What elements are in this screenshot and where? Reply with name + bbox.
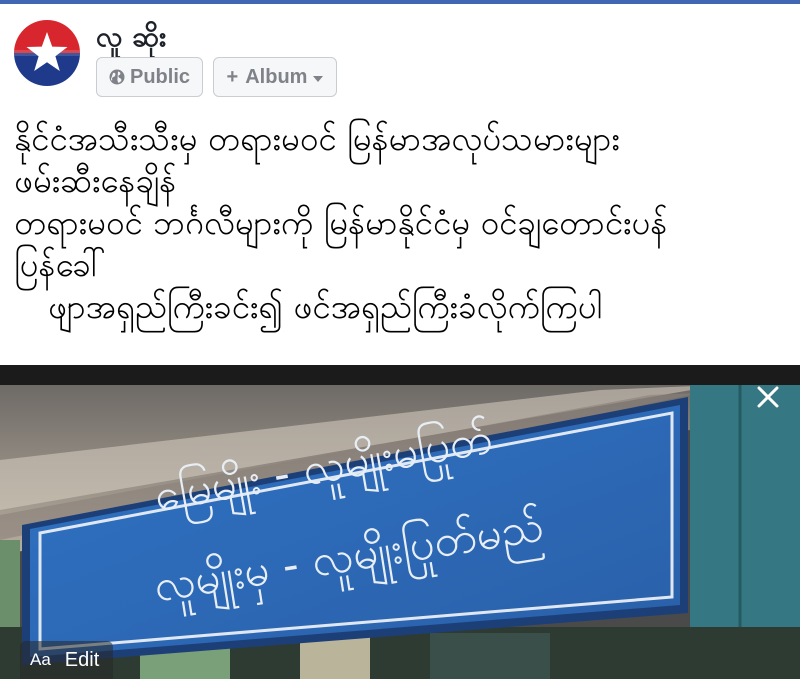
privacy-button[interactable]: Public: [96, 57, 203, 97]
post-line: တရားမဝင် ဘင်္ဂလီများကို မြန်မာနိုင်ငံမှ …: [14, 203, 668, 242]
album-button[interactable]: + Album: [213, 57, 337, 97]
privacy-label: Public: [129, 65, 190, 88]
post-text[interactable]: နိုင်ငံအသီးသီးမှ တရားမဝင် မြန်မာအလုပ်သမာ…: [14, 118, 790, 328]
star-flag-icon: [14, 20, 80, 86]
attached-photo[interactable]: မြေမျိုး - လူမျိုးမပြုတ် လူမျိုးမှ - လူမ…: [0, 365, 800, 679]
close-icon: [757, 386, 779, 408]
globe-icon: [109, 69, 125, 85]
chevron-down-icon: [313, 75, 324, 82]
top-accent-bar: [0, 0, 800, 4]
edit-label: Edit: [64, 648, 100, 671]
author-name[interactable]: လူ ဆိုး: [96, 18, 166, 60]
album-label: Album: [245, 65, 308, 88]
remove-photo-button[interactable]: [754, 383, 782, 411]
plus-icon: +: [226, 65, 239, 88]
post-line: နိုင်ငံအသီးသီးမှ တရားမဝင် မြန်မာအလုပ်သမာ…: [14, 119, 620, 158]
post-line: ပြန်ခေါ်: [14, 245, 106, 284]
edit-photo-button[interactable]: Aa Edit: [20, 641, 114, 679]
avatar[interactable]: [14, 20, 80, 86]
post-line: ဖမ်းဆီးနေချိန်: [14, 161, 177, 200]
text-style-icon: Aa: [30, 650, 51, 669]
post-line: ဖျာအရှည်ကြီးခင်း၍ ဖင်အရှည်ကြီးခံလိုက်ကြပ…: [48, 287, 603, 326]
